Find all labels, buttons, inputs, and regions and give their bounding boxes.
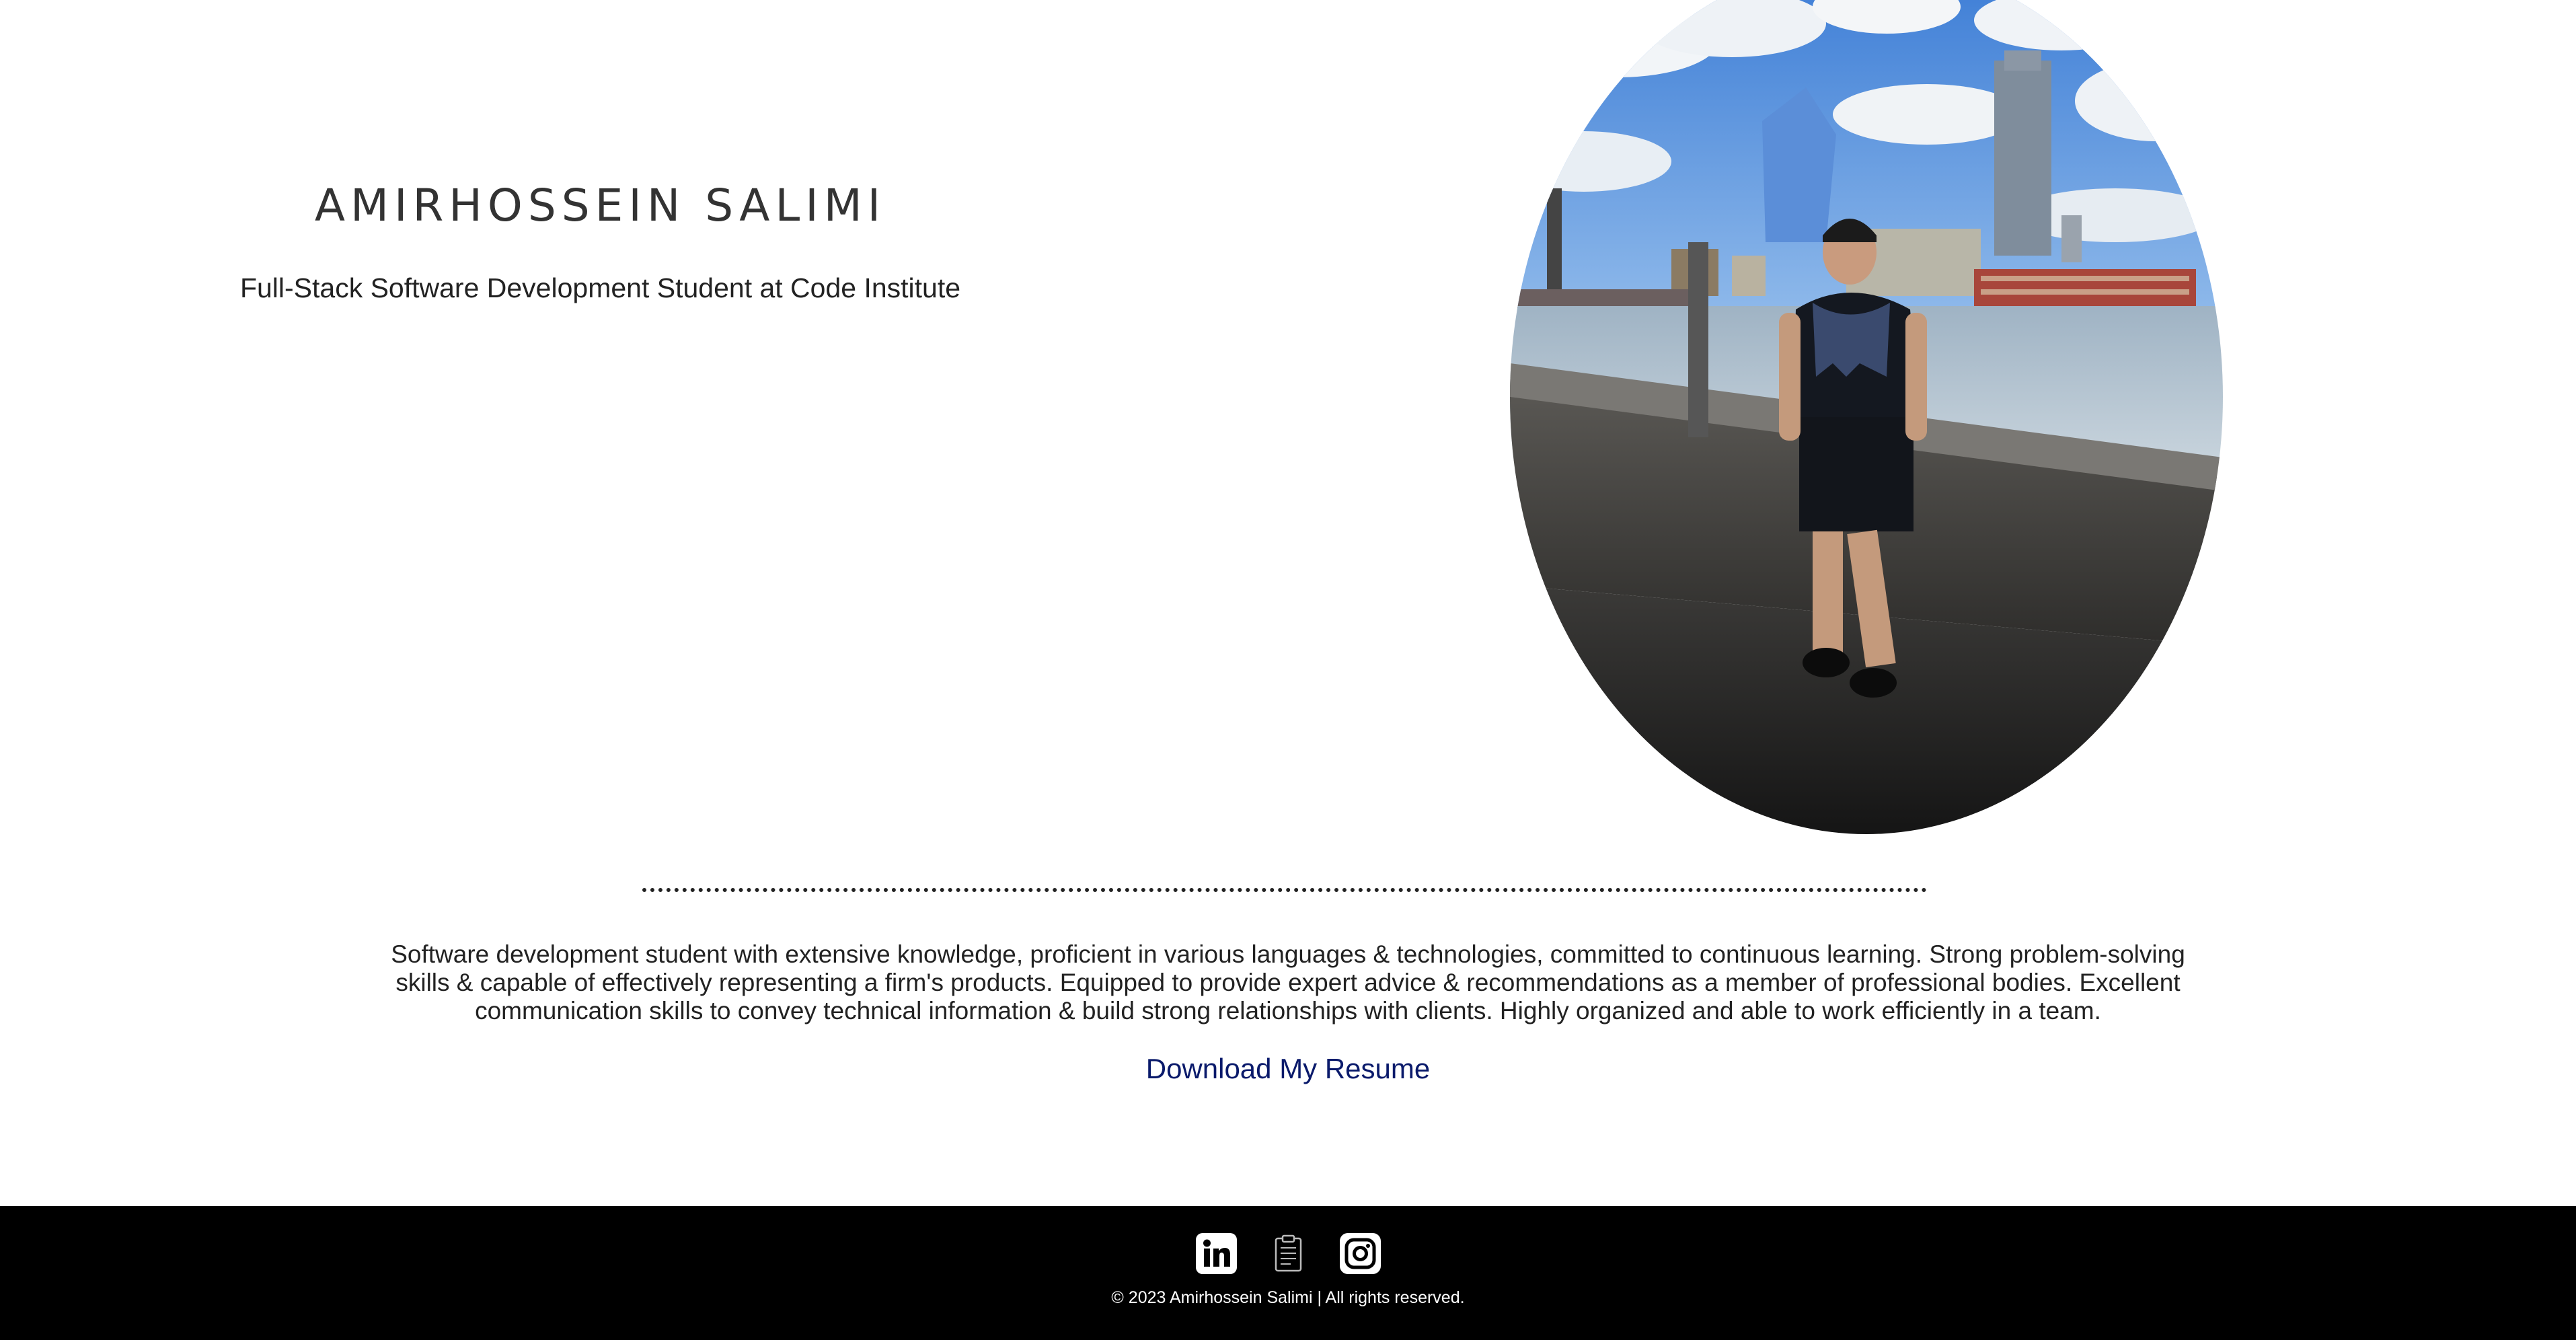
download-resume-link[interactable]: Download My Resume: [0, 1053, 2576, 1085]
hero-section: AMIRHOSSEIN SALIMI Full-Stack Software D…: [0, 180, 1201, 304]
resume-clipboard-icon[interactable]: [1268, 1233, 1309, 1274]
linkedin-icon[interactable]: [1195, 1233, 1237, 1274]
portfolio-page: AMIRHOSSEIN SALIMI Full-Stack Software D…: [0, 0, 2576, 1340]
hero-subtitle: Full-Stack Software Development Student …: [239, 272, 961, 303]
section-divider: [642, 888, 1927, 892]
social-links: [0, 1233, 2576, 1274]
about-text: Software development student with extens…: [391, 940, 2185, 1025]
instagram-icon[interactable]: [1339, 1233, 1381, 1274]
copyright-text: © 2023 Amirhossein Salimi | All rights r…: [1111, 1288, 1465, 1307]
hero-name: AMIRHOSSEIN SALIMI: [314, 180, 886, 231]
footer: © 2023 Amirhossein Salimi | All rights r…: [0, 1206, 2576, 1340]
profile-photo: [1510, 0, 2223, 834]
